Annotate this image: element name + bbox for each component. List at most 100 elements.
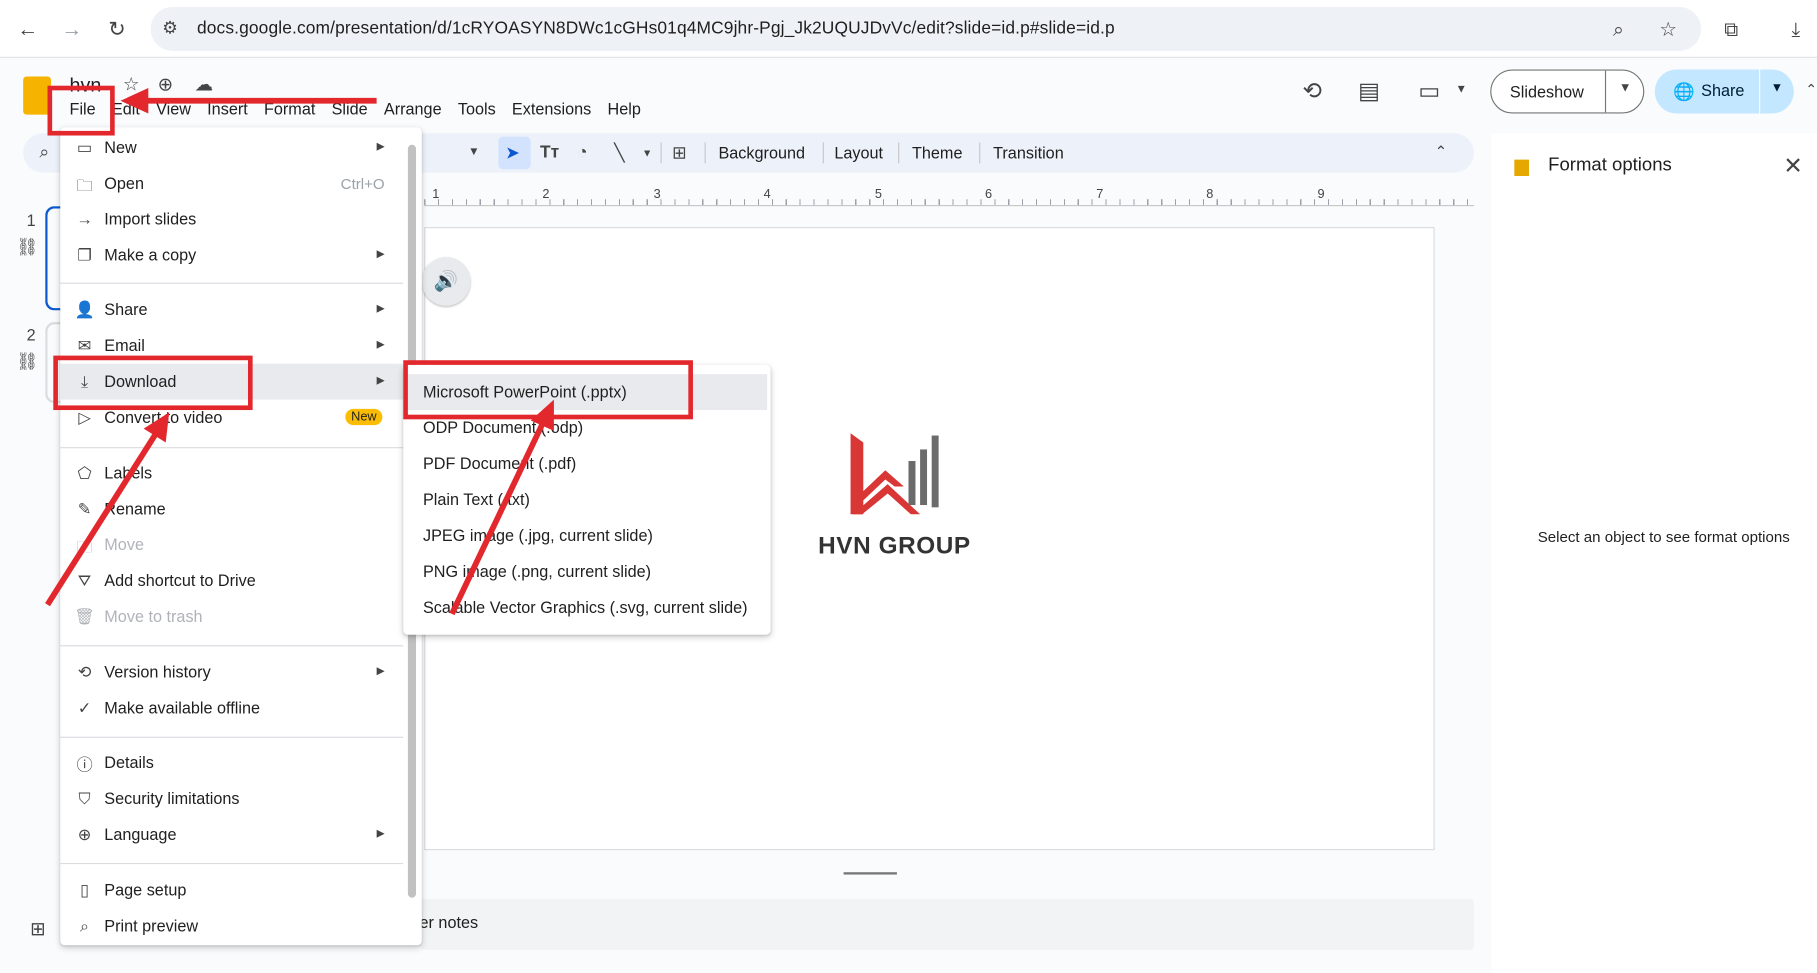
menu-item-label: Make available offline [104,698,261,718]
toolbar-divider [704,142,706,164]
background-button[interactable]: Background [718,144,805,163]
slideshow-label: Slideshow [1509,82,1584,101]
speaker-notes-placeholder: er notes [419,912,479,932]
slideshow-button[interactable]: Slideshow ▼ [1490,69,1645,114]
menu-item-version-history[interactable]: ⟲ Version history ▶ [60,654,403,690]
close-icon[interactable]: ✕ [1783,152,1802,181]
menu-format[interactable]: Format [264,97,315,122]
submenu-arrow-icon: ▶ [376,302,385,314]
menu-item-label: Labels [104,463,153,482]
menu-extensions[interactable]: Extensions [512,97,591,122]
layout-button[interactable]: Layout [834,144,883,163]
download-pdf[interactable]: PDF Document (.pdf) [403,446,770,482]
site-settings-icon[interactable]: ⚙ [162,17,178,39]
menu-item-security-limitations[interactable]: ⛉ Security limitations [60,781,403,817]
menu-item-label: Share [104,300,148,319]
menu-item-label: Security limitations [104,788,240,808]
submenu-arrow-icon: ▶ [376,140,385,152]
menu-item-label: Convert to video [104,407,223,427]
menu-item-language[interactable]: ⊕ Language ▶ [60,817,403,853]
shape-icon[interactable]: ◔ [577,142,588,162]
forward-icon[interactable]: → [57,14,87,44]
address-bar[interactable]: ⚙ docs.google.com/presentation/d/1cRYOAS… [150,6,1702,51]
speaker-notes[interactable]: er notes [419,898,1474,950]
line-dropdown-icon[interactable]: ▼ [642,147,652,159]
search-menus-icon[interactable]: ⌕ [39,142,49,162]
extensions-icon[interactable]: ⧉ [1724,19,1738,42]
menu-arrange[interactable]: Arrange [384,97,442,122]
theme-button[interactable]: Theme [912,144,962,163]
text-box-icon[interactable]: Tт [540,142,559,162]
menu-item-label: Open [104,173,144,193]
menu-item-label: Move [104,535,144,554]
notes-resize-handle[interactable] [843,872,897,875]
menu-item-add-shortcut[interactable]: ⛛ Add shortcut to Drive [60,563,403,599]
zoom-icon[interactable]: ⌕ [1613,19,1624,42]
menu-insert[interactable]: Insert [207,97,248,122]
menu-view[interactable]: View [156,97,191,122]
menu-item-make-copy[interactable]: ❐ Make a copy ▶ [60,237,403,273]
menu-edit[interactable]: Edit [112,97,140,122]
chevron-down-icon[interactable]: ▼ [1771,81,1784,95]
submenu-item-label: PNG image (.png, current slide) [422,561,652,581]
reload-icon[interactable]: ↻ [102,14,132,44]
url-text[interactable]: docs.google.com/presentation/d/1cRYOASYN… [197,19,1115,39]
annotation-box-file [47,85,115,136]
share-button[interactable]: 🌐 Share ▼ [1654,69,1794,114]
meet-icon[interactable]: ▭ [1418,76,1440,105]
paint-roller-icon: ▆ [1514,156,1529,177]
select-cursor-icon[interactable]: ➤ [505,142,520,164]
download-png[interactable]: PNG image (.png, current slide) [403,554,770,590]
import-icon: → [76,209,93,229]
globe-icon: ⊕ [77,824,92,844]
download-icon[interactable]: ⤓ [1792,19,1801,42]
move-drive-icon[interactable]: ⊕ [158,73,174,96]
page-setup-icon: ▯ [80,880,90,899]
download-svg[interactable]: Scalable Vector Graphics (.svg, current … [403,590,770,626]
transition-button[interactable]: Transition [993,144,1064,163]
folder-open-icon: 🗀 [76,176,93,195]
move-folder-icon: 🗀 [76,537,93,556]
menu-item-print-preview[interactable]: ⌕ Print preview [60,908,403,944]
menu-divider [60,282,404,284]
menu-item-page-setup[interactable]: ▯ Page setup [60,872,403,908]
annotation-box-pptx [403,360,693,420]
submenu-item-label: ODP Document (.odp) [422,418,584,437]
add-comment-icon[interactable]: ⊞ [672,142,687,164]
line-icon[interactable]: ╲ [614,142,624,164]
bookmark-star-icon[interactable]: ☆ [1659,19,1677,42]
menu-item-label: Move to trash [104,606,203,626]
menu-item-label: Rename [104,499,166,518]
ruler-label: 6 [984,187,993,202]
offline-icon: ✓ [77,698,92,718]
menu-item-make-available-offline[interactable]: ✓ Make available offline [60,690,403,726]
menu-item-labels[interactable]: ⬠ Labels [60,455,403,491]
menu-item-rename[interactable]: ✎ Rename [60,491,403,527]
back-icon[interactable]: ← [13,14,43,44]
menu-item-share[interactable]: 👤 Share ▶ [60,292,403,328]
speaker-icon[interactable]: 🔊 [421,257,471,306]
download-txt[interactable]: Plain Text (.txt) [403,482,770,518]
download-jpg[interactable]: JPEG image (.jpg, current slide) [403,518,770,554]
chevron-down-icon[interactable]: ▼ [1619,81,1632,95]
slide-number: 1 [26,210,36,230]
zoom-dropdown-icon[interactable]: ▼ [468,146,479,159]
ruler-label: 8 [1206,187,1214,202]
collapse-header-icon[interactable]: ⌃ [1805,81,1817,97]
print-preview-icon: ⌕ [80,916,90,935]
star-icon[interactable]: ☆ [123,73,140,96]
grid-view-icon[interactable]: ⊞ [30,917,46,940]
collapse-toolbar-icon[interactable]: ⌃ [1435,142,1448,161]
history-icon[interactable]: ⟲ [1302,76,1321,105]
menu-item-details[interactable]: ⓘ Details [60,745,403,781]
menu-slide[interactable]: Slide [332,97,368,122]
menu-help[interactable]: Help [608,97,641,122]
menu-tools[interactable]: Tools [458,97,496,122]
new-presentation-icon: ▭ [76,137,93,157]
comments-icon[interactable]: ▤ [1358,76,1380,105]
menu-item-import-slides[interactable]: → Import slides [60,202,403,238]
meet-dropdown-icon[interactable]: ▼ [1455,83,1466,96]
ruler-label: 1 [432,187,440,202]
toolbar-divider [898,142,900,164]
menu-item-open[interactable]: 🗀 Open Ctrl+O [60,166,403,202]
